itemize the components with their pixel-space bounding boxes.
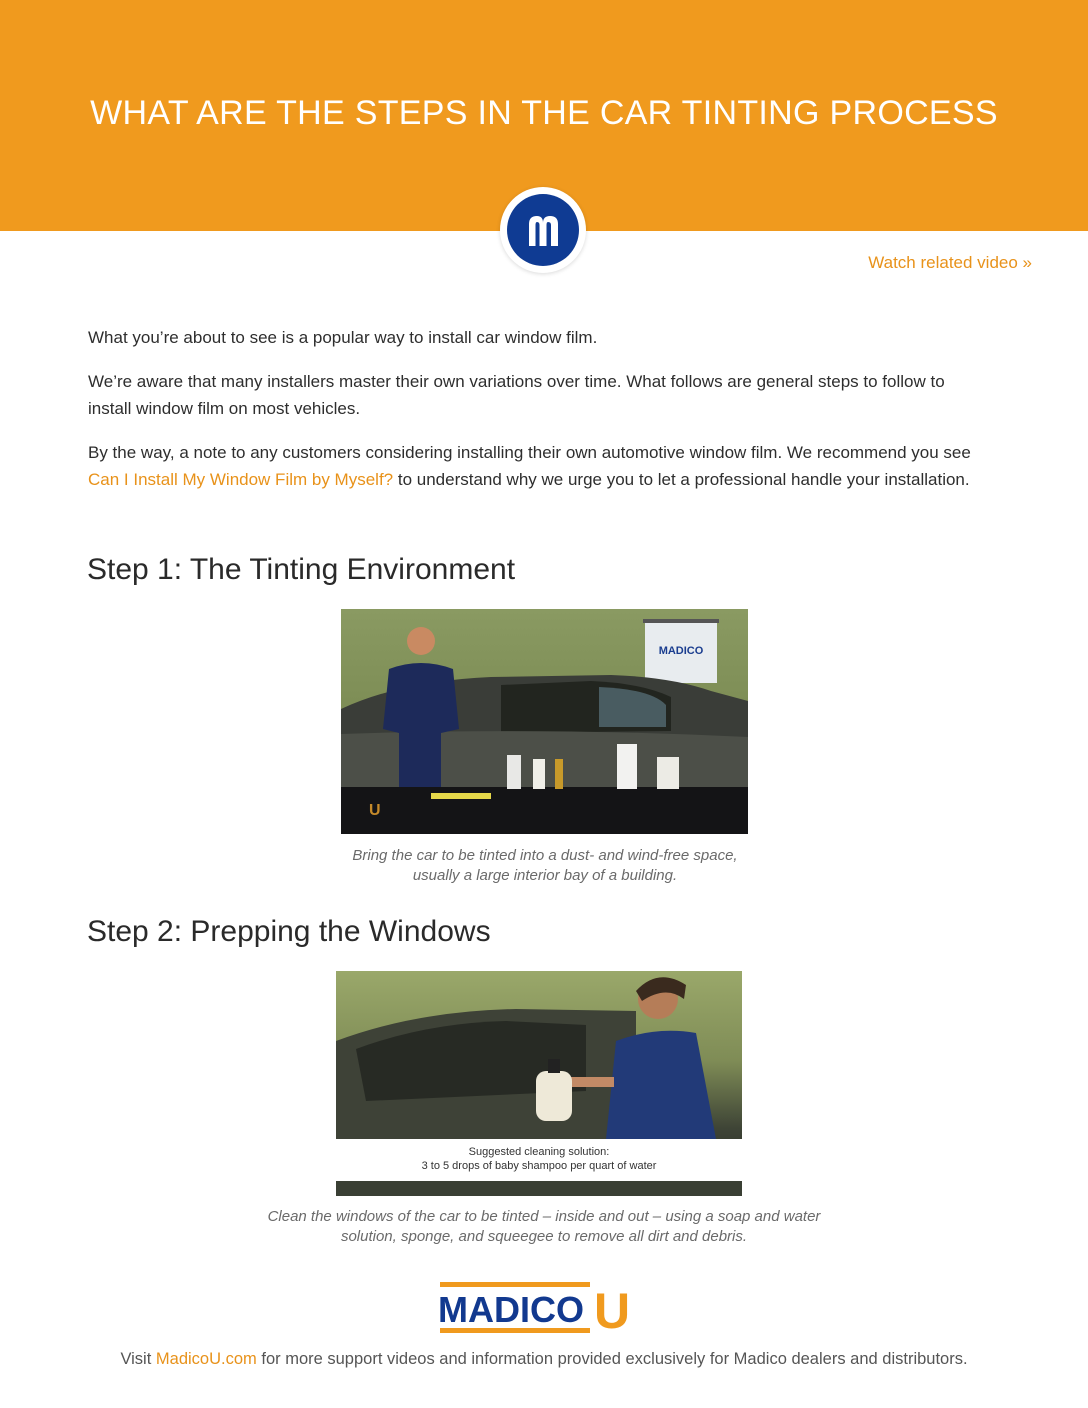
madico-m-circle-icon bbox=[500, 187, 586, 273]
step-2-caption: Clean the windows of the car to be tinte… bbox=[267, 1208, 821, 1245]
banner-text: MADICO bbox=[659, 645, 704, 657]
footer-text: Visit MadicoU.com for more support video… bbox=[0, 1350, 1088, 1369]
page-title: WHAT ARE THE STEPS IN THE CAR TINTING PR… bbox=[90, 94, 998, 132]
cleaning-solution-subtitle-2: 3 to 5 drops of baby shampoo per quart o… bbox=[422, 1160, 657, 1172]
footer-text-before: Visit bbox=[120, 1350, 156, 1368]
step-1-heading: Step 1: The Tinting Environment bbox=[87, 553, 516, 586]
step-1-photo: MADICO U bbox=[341, 609, 748, 834]
logo-inner-disc bbox=[507, 194, 579, 266]
step-2-photo: Suggested cleaning solution: 3 to 5 drop… bbox=[336, 971, 742, 1196]
intro-paragraph-3: By the way, a note to any customers cons… bbox=[88, 439, 988, 493]
logo-letter-u: U bbox=[594, 1283, 630, 1338]
logo-word: MADICO bbox=[438, 1289, 584, 1330]
madico-u-logo: MADICO U bbox=[436, 1280, 652, 1339]
watch-related-video-link[interactable]: Watch related video » bbox=[868, 253, 1032, 273]
step-1-photo-illustration: MADICO U bbox=[341, 619, 748, 834]
intro-paragraph-2: We’re aware that many installers master … bbox=[88, 372, 945, 418]
p3-text-before: By the way, a note to any customers cons… bbox=[88, 443, 971, 462]
p3-text-after: to understand why we urge you to let a p… bbox=[393, 470, 970, 489]
step-1-caption: Bring the car to be tinted into a dust- … bbox=[352, 847, 738, 884]
m-letter-icon bbox=[529, 216, 558, 246]
footer-text-after: for more support videos and information … bbox=[256, 1350, 968, 1368]
cleaning-solution-subtitle-1: Suggested cleaning solution: bbox=[469, 1146, 610, 1158]
step-2-photo-illustration: Suggested cleaning solution: 3 to 5 drop… bbox=[336, 977, 742, 1196]
step-2-heading: Step 2: Prepping the Windows bbox=[87, 915, 491, 948]
madico-u-logo-svg: MADICO U bbox=[438, 1282, 630, 1339]
madicou-link[interactable]: MadicoU.com bbox=[156, 1350, 257, 1368]
madico-u-watermark-icon: U bbox=[369, 802, 381, 819]
can-i-install-myself-link[interactable]: Can I Install My Window Film by Myself? bbox=[88, 470, 393, 489]
intro-paragraph-1: What you’re about to see is a popular wa… bbox=[88, 328, 598, 347]
